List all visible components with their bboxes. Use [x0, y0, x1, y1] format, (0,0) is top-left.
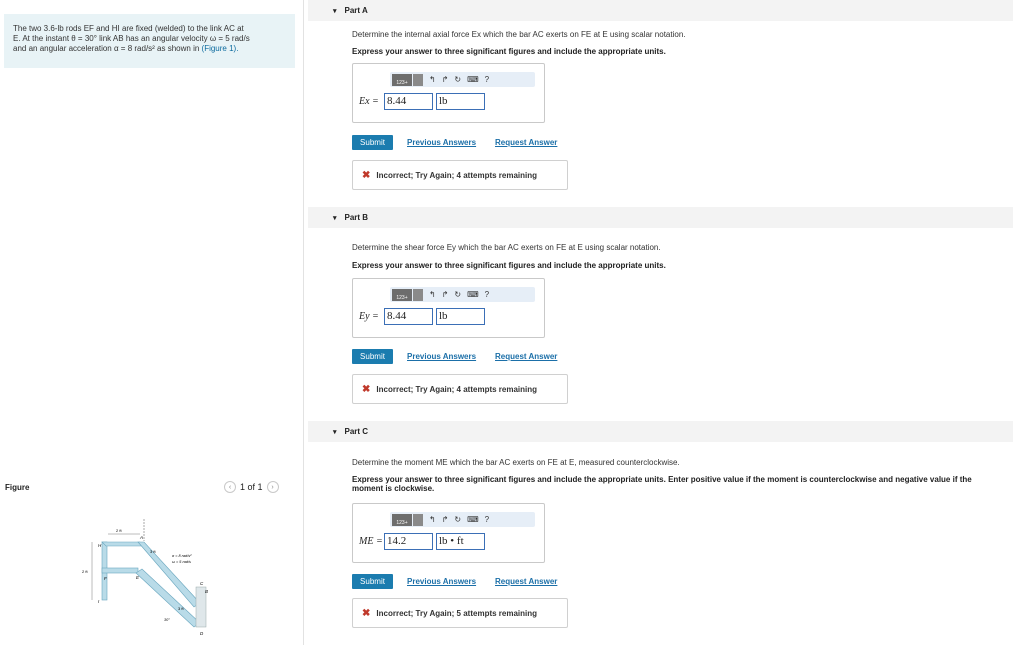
label-theta: 30°: [164, 618, 170, 622]
answer-value-input[interactable]: 8.44: [384, 93, 433, 110]
dim-3ft: 3 ft: [150, 549, 156, 554]
label-i: I: [98, 599, 100, 604]
collapse-triangle-icon[interactable]: ▾: [333, 428, 337, 436]
answer-unit-input[interactable]: lb: [436, 308, 485, 325]
undo-icon[interactable]: ↰: [429, 75, 436, 84]
reset-icon[interactable]: ↻: [454, 290, 461, 299]
request-answer-link[interactable]: Request Answer: [495, 352, 557, 361]
templates-icon[interactable]: 123+: [392, 73, 412, 86]
previous-answers-link[interactable]: Previous Answers: [407, 138, 476, 147]
chevron-left-icon[interactable]: ‹: [224, 481, 236, 493]
answer-variable: ME =: [359, 536, 383, 547]
dim-2ft-side: 2 ft: [82, 569, 88, 574]
label-b: B: [205, 589, 208, 594]
redo-icon[interactable]: ↱: [442, 75, 449, 84]
help-icon[interactable]: ?: [485, 290, 489, 299]
answer-box: 123+ ↰ ↱ ↻ ⌨ ? ME = 14.2 lb • ft: [352, 503, 545, 563]
templates-square-icon[interactable]: [413, 73, 423, 86]
reset-icon[interactable]: ↻: [454, 75, 461, 84]
label-a: A: [139, 535, 143, 540]
templates-square-icon[interactable]: [413, 288, 423, 301]
feedback-box: ✖ Incorrect; Try Again; 4 attempts remai…: [352, 160, 568, 190]
problem-line-1: The two 3.6-lb rods EF and HI are fixed …: [13, 24, 244, 33]
undo-icon[interactable]: ↰: [429, 290, 436, 299]
templates-icon[interactable]: 123+: [392, 288, 412, 301]
incorrect-x-icon: ✖: [362, 169, 371, 181]
problem-line-3: and an angular acceleration α = 8 rad/s²…: [13, 44, 200, 53]
figure-diagram: H I F E A B C D 2 ft 2 ft 3 ft 3 ft α = …: [82, 519, 208, 636]
figure-label: Figure: [5, 483, 30, 492]
part-title: Part C: [344, 427, 369, 436]
question-text: Determine the internal axial force Ex wh…: [352, 30, 686, 39]
rod-fe: [101, 567, 139, 574]
answer-unit-input[interactable]: lb: [436, 93, 485, 110]
answer-unit-input[interactable]: lb • ft: [436, 533, 485, 550]
part-header-3[interactable]: ▾ Part C: [308, 421, 1013, 442]
part-header-1[interactable]: ▾ Part A: [308, 0, 1013, 21]
feedback-text: Incorrect; Try Again; 5 attempts remaini…: [376, 608, 538, 618]
label-f: F: [104, 576, 107, 581]
label-omega: ω = 5 rad/s: [172, 560, 191, 564]
submit-button[interactable]: Submit: [352, 135, 393, 150]
label-h: H: [98, 543, 102, 548]
feedback-text: Incorrect; Try Again; 4 attempts remaini…: [376, 384, 538, 394]
instruction-text: Express your answer to three significant…: [352, 47, 666, 56]
question-text: Determine the shear force Ey which the b…: [352, 243, 661, 252]
answer-variable: Ey =: [359, 311, 379, 322]
answer-value-input[interactable]: 8.44: [384, 308, 433, 325]
feedback-box: ✖ Incorrect; Try Again; 4 attempts remai…: [352, 374, 568, 404]
instruction-text: Express your answer to three significant…: [352, 261, 666, 270]
label-d: D: [200, 631, 204, 636]
incorrect-x-icon: ✖: [362, 383, 371, 395]
incorrect-x-icon: ✖: [362, 607, 371, 619]
math-toolbar: 123+ ↰ ↱ ↻ ⌨ ?: [390, 512, 535, 527]
question-text: Determine the moment ME which the bar AC…: [352, 458, 680, 467]
collapse-triangle-icon[interactable]: ▾: [333, 214, 337, 222]
previous-answers-link[interactable]: Previous Answers: [407, 352, 476, 361]
redo-icon[interactable]: ↱: [442, 515, 449, 524]
column-divider: [303, 0, 304, 645]
keyboard-icon[interactable]: ⌨: [467, 290, 479, 299]
part-title: Part A: [344, 6, 368, 15]
redo-icon[interactable]: ↱: [442, 290, 449, 299]
math-toolbar: 123+ ↰ ↱ ↻ ⌨ ?: [390, 72, 535, 87]
templates-icon[interactable]: 123+: [392, 513, 412, 526]
submit-button[interactable]: Submit: [352, 349, 393, 364]
part-header-2[interactable]: ▾ Part B: [308, 207, 1013, 228]
label-alpha: α = 8 rad/s²: [172, 554, 192, 558]
answer-variable: Ex =: [359, 96, 379, 107]
templates-square-icon[interactable]: [413, 513, 423, 526]
math-toolbar: 123+ ↰ ↱ ↻ ⌨ ?: [390, 287, 535, 302]
help-icon[interactable]: ?: [485, 75, 489, 84]
problem-statement: The two 3.6-lb rods EF and HI are fixed …: [4, 14, 295, 68]
collapse-triangle-icon[interactable]: ▾: [333, 7, 337, 15]
keyboard-icon[interactable]: ⌨: [467, 515, 479, 524]
feedback-box: ✖ Incorrect; Try Again; 5 attempts remai…: [352, 598, 568, 628]
request-answer-link[interactable]: Request Answer: [495, 138, 557, 147]
link-top: [101, 541, 145, 547]
pager-text: 1 of 1: [240, 482, 263, 492]
answer-value-input[interactable]: 14.2: [384, 533, 433, 550]
figure-link[interactable]: (Figure 1).: [202, 44, 239, 53]
undo-icon[interactable]: ↰: [429, 515, 436, 524]
problem-line-2: E. At the instant θ = 30° link AB has an…: [13, 34, 250, 43]
feedback-text: Incorrect; Try Again; 4 attempts remaini…: [376, 170, 538, 180]
dim-3ft-b: 3 ft: [178, 606, 184, 611]
figure-pager: ‹ 1 of 1 ›: [224, 481, 279, 493]
chevron-right-icon[interactable]: ›: [266, 481, 279, 493]
help-icon[interactable]: ?: [485, 515, 489, 524]
request-answer-link[interactable]: Request Answer: [495, 577, 557, 586]
answer-box: 123+ ↰ ↱ ↻ ⌨ ? Ey = 8.44 lb: [352, 278, 545, 338]
reset-icon[interactable]: ↻: [454, 515, 461, 524]
submit-button[interactable]: Submit: [352, 574, 393, 589]
part-title: Part B: [344, 213, 369, 222]
previous-answers-link[interactable]: Previous Answers: [407, 577, 476, 586]
dim-2ft-top: 2 ft: [116, 528, 122, 533]
answer-box: 123+ ↰ ↱ ↻ ⌨ ? Ex = 8.44 lb: [352, 63, 545, 123]
keyboard-icon[interactable]: ⌨: [467, 75, 479, 84]
label-c: C: [200, 581, 204, 586]
instruction-text: Express your answer to three significant…: [352, 475, 972, 493]
